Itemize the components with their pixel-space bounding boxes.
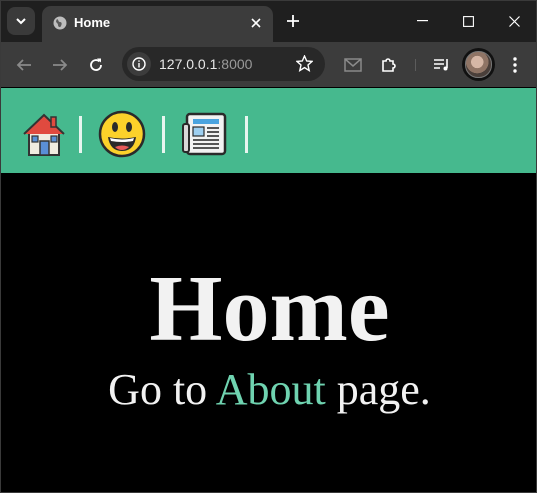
nav-separator — [162, 116, 165, 153]
page-subline: Go to About page. — [1, 365, 537, 415]
puzzle-icon — [382, 58, 396, 72]
toolbar-separator — [415, 59, 416, 71]
page-title: Home — [149, 257, 390, 361]
close-icon — [508, 15, 520, 27]
media-queue-icon — [434, 59, 448, 71]
house-icon[interactable] — [20, 110, 68, 158]
site-navbar — [1, 88, 536, 173]
globe-icon — [53, 16, 67, 30]
subline-prefix: Go to — [108, 365, 216, 414]
reload-icon — [90, 58, 102, 71]
tab-home[interactable]: Home — [42, 6, 273, 42]
nav-separator — [79, 116, 82, 153]
minimize-icon — [416, 20, 428, 22]
chevron-down-icon — [16, 18, 26, 25]
star-icon — [295, 54, 314, 72]
new-tab-button[interactable] — [281, 9, 305, 33]
avatar — [465, 51, 492, 78]
minimize-button[interactable] — [399, 1, 445, 41]
forward-icon — [53, 59, 68, 71]
url-port: :8000 — [217, 56, 253, 72]
browser-menu-button[interactable] — [501, 51, 529, 79]
tab-close-button[interactable] — [247, 14, 265, 32]
back-icon — [16, 59, 31, 71]
bookmark-button[interactable] — [295, 54, 314, 77]
url-text: 127.0.0.1:8000 — [159, 56, 252, 72]
newspaper-icon[interactable] — [181, 110, 229, 158]
extensions-button[interactable] — [375, 51, 403, 79]
url-host: 127.0.0.1 — [159, 56, 218, 72]
nav-separator — [245, 116, 248, 153]
info-icon — [132, 57, 146, 71]
title-bar: Home — [1, 1, 536, 42]
maximize-button[interactable] — [445, 1, 491, 41]
forward-button[interactable] — [46, 51, 74, 79]
mail-icon — [344, 58, 362, 72]
tab-search-button[interactable] — [7, 7, 35, 35]
browser-window: Home 127.0.0.1:8000 Home Go to About pag… — [0, 0, 537, 493]
about-link[interactable]: About — [216, 365, 326, 414]
browser-toolbar: 127.0.0.1:8000 — [1, 42, 536, 87]
back-button[interactable] — [10, 51, 38, 79]
smiley-icon[interactable] — [98, 110, 146, 158]
menu-icon — [513, 57, 517, 73]
profile-button[interactable] — [462, 48, 495, 81]
close-icon — [251, 18, 261, 28]
close-window-button[interactable] — [491, 1, 537, 41]
plus-icon — [287, 15, 299, 27]
reload-button[interactable] — [82, 51, 110, 79]
media-queue-button[interactable] — [428, 51, 456, 79]
mail-extension-button[interactable] — [339, 51, 367, 79]
address-bar[interactable]: 127.0.0.1:8000 — [122, 47, 325, 81]
site-info-button[interactable] — [127, 52, 151, 76]
subline-suffix: page. — [325, 365, 431, 414]
tab-title: Home — [74, 15, 111, 30]
maximize-icon — [462, 15, 474, 27]
